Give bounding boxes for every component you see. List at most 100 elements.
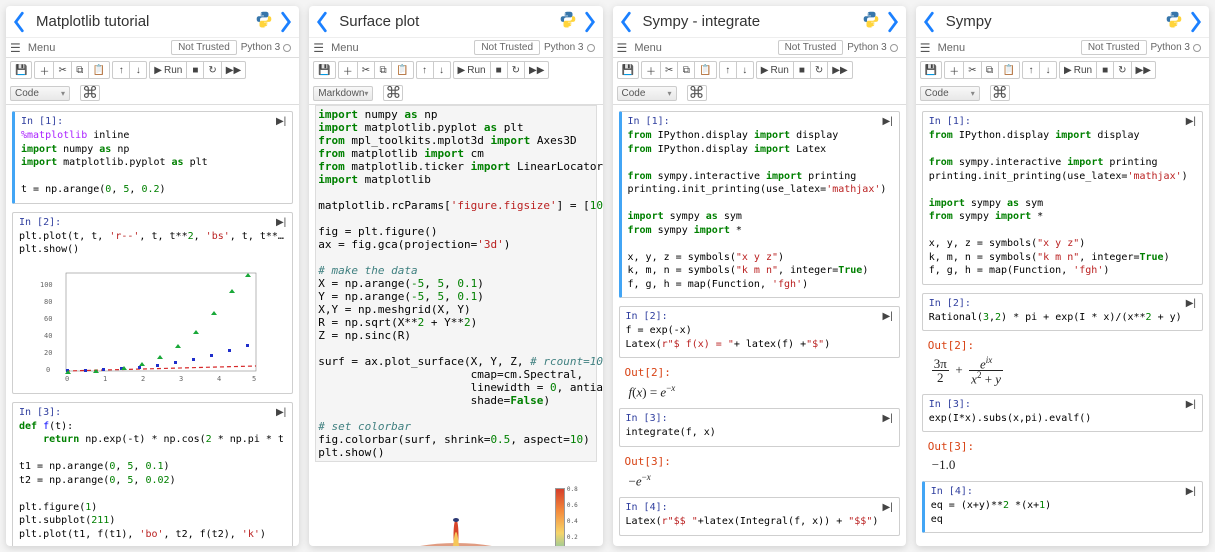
move-down-button[interactable]: ↓	[433, 61, 451, 79]
code-input[interactable]: eq = (x+y)**2 *(x+1) eq	[925, 497, 1202, 532]
run-cell-icon[interactable]: ▶|	[276, 217, 286, 228]
restart-run-all-button[interactable]: ▶▶	[1131, 61, 1156, 79]
code-input[interactable]: from IPython.display import display from…	[622, 127, 899, 297]
move-up-button[interactable]: ↑	[112, 61, 130, 79]
menu-button[interactable]: ☰ Menu	[313, 41, 358, 55]
celltype-select[interactable]: Markdown▾	[313, 86, 373, 101]
kernel-indicator[interactable]: Python 3	[544, 42, 598, 53]
command-palette-button[interactable]: ⌘	[990, 85, 1010, 101]
run-button[interactable]: ▶Run	[453, 61, 491, 79]
move-down-button[interactable]: ↓	[129, 61, 147, 79]
code-cell[interactable]: In [2]: ▶| plt.plot(t, t, 'r--', t, t**2…	[12, 212, 293, 394]
save-button[interactable]: 💾	[617, 61, 639, 79]
code-cell[interactable]: In [1]: ▶| from IPython.display import d…	[619, 111, 900, 298]
paste-cell-button[interactable]: 📋	[998, 61, 1020, 79]
run-cell-icon[interactable]: ▶|	[1186, 298, 1196, 309]
kernel-indicator[interactable]: Python 3	[241, 42, 295, 53]
code-cell[interactable]: In [4]: ▶| Latex(r"$$ "+latex(Integral(f…	[619, 497, 900, 536]
move-up-button[interactable]: ↑	[1022, 61, 1040, 79]
insert-cell-button[interactable]: ＋	[34, 61, 54, 79]
run-cell-icon[interactable]: ▶|	[276, 116, 286, 127]
code-cell[interactable]: In [1]: ▶| %matplotlib inline import num…	[12, 111, 293, 204]
code-input[interactable]: from IPython.display import display from…	[923, 127, 1202, 284]
forward-icon[interactable]	[583, 11, 597, 33]
copy-cell-button[interactable]: ⧉	[71, 61, 89, 79]
run-button[interactable]: ▶Run	[1059, 61, 1097, 79]
run-cell-icon[interactable]: ▶|	[882, 502, 892, 513]
restart-run-all-button[interactable]: ▶▶	[524, 61, 549, 79]
move-down-button[interactable]: ↓	[736, 61, 754, 79]
move-up-button[interactable]: ↑	[719, 61, 737, 79]
back-icon[interactable]	[619, 11, 633, 33]
celltype-select[interactable]: Code▾	[10, 86, 70, 101]
interrupt-button[interactable]: ■	[793, 61, 811, 79]
code-cell[interactable]: In [3]: ▶| exp(I*x).subs(x,pi).evalf()	[922, 394, 1203, 433]
code-cell[interactable]: In [3]: ▶| def f(t): return np.exp(-t) *…	[12, 402, 293, 547]
code-input[interactable]: def f(t): return np.exp(-t) * np.cos(2 *…	[13, 418, 292, 547]
copy-cell-button[interactable]: ⧉	[677, 61, 695, 79]
restart-button[interactable]: ↻	[203, 61, 221, 79]
restart-run-all-button[interactable]: ▶▶	[827, 61, 852, 79]
back-icon[interactable]	[12, 11, 26, 33]
trust-indicator[interactable]: Not Trusted	[171, 40, 237, 55]
menu-button[interactable]: ☰ Menu	[617, 41, 662, 55]
code-cell[interactable]: In [4]: ▶| eq = (x+y)**2 *(x+1) eq	[922, 481, 1203, 533]
trust-indicator[interactable]: Not Trusted	[1081, 40, 1147, 55]
trust-indicator[interactable]: Not Trusted	[778, 40, 844, 55]
trust-indicator[interactable]: Not Trusted	[474, 40, 540, 55]
kernel-indicator[interactable]: Python 3	[847, 42, 901, 53]
code-input[interactable]: integrate(f, x)	[620, 424, 899, 446]
insert-cell-button[interactable]: ＋	[641, 61, 661, 79]
save-button[interactable]: 💾	[313, 61, 335, 79]
move-down-button[interactable]: ↓	[1039, 61, 1057, 79]
run-button[interactable]: ▶Run	[756, 61, 794, 79]
restart-run-all-button[interactable]: ▶▶	[221, 61, 246, 79]
cut-cell-button[interactable]: ✂	[963, 61, 981, 79]
code-input[interactable]: exp(I*x).subs(x,pi).evalf()	[923, 410, 1202, 432]
code-input[interactable]: Rational(3,2) * pi + exp(I * x)/(x**2 + …	[923, 309, 1202, 331]
menu-button[interactable]: ☰ Menu	[10, 41, 55, 55]
run-cell-icon[interactable]: ▶|	[1186, 399, 1196, 410]
celltype-select[interactable]: Code▾	[920, 86, 980, 101]
cut-cell-button[interactable]: ✂	[53, 61, 71, 79]
run-button[interactable]: ▶Run	[149, 61, 187, 79]
restart-button[interactable]: ↻	[507, 61, 525, 79]
restart-button[interactable]: ↻	[810, 61, 828, 79]
code-cell[interactable]: In [2]: ▶| Rational(3,2) * pi + exp(I * …	[922, 293, 1203, 332]
code-input[interactable]: %matplotlib inline import numpy as np im…	[15, 127, 292, 203]
command-palette-button[interactable]: ⌘	[383, 85, 403, 101]
restart-button[interactable]: ↻	[1113, 61, 1131, 79]
interrupt-button[interactable]: ■	[490, 61, 508, 79]
run-cell-icon[interactable]: ▶|	[1186, 486, 1196, 497]
paste-cell-button[interactable]: 📋	[88, 61, 110, 79]
code-input[interactable]: import numpy as np import matplotlib.pyp…	[318, 108, 593, 459]
save-button[interactable]: 💾	[10, 61, 32, 79]
run-cell-icon[interactable]: ▶|	[882, 413, 892, 424]
run-cell-icon[interactable]: ▶|	[882, 311, 892, 322]
paste-cell-button[interactable]: 📋	[694, 61, 716, 79]
interrupt-button[interactable]: ■	[1096, 61, 1114, 79]
forward-icon[interactable]	[1189, 11, 1203, 33]
forward-icon[interactable]	[279, 11, 293, 33]
copy-cell-button[interactable]: ⧉	[981, 61, 999, 79]
command-palette-button[interactable]: ⌘	[80, 85, 100, 101]
code-input[interactable]: f = exp(-x) Latex(r"$ f(x) = "+ latex(f)…	[620, 322, 899, 357]
run-cell-icon[interactable]: ▶|	[1186, 116, 1196, 127]
back-icon[interactable]	[922, 11, 936, 33]
run-cell-icon[interactable]: ▶|	[882, 116, 892, 127]
code-input[interactable]: Latex(r"$$ "+latex(Integral(f, x)) + "$$…	[620, 513, 899, 535]
interrupt-button[interactable]: ■	[186, 61, 204, 79]
kernel-indicator[interactable]: Python 3	[1151, 42, 1205, 53]
code-cell[interactable]: In [2]: ▶| f = exp(-x) Latex(r"$ f(x) = …	[619, 306, 900, 358]
insert-cell-button[interactable]: ＋	[338, 61, 358, 79]
code-input[interactable]: plt.plot(t, t, 'r--', t, t**2, 'bs', t, …	[13, 228, 292, 263]
code-cell[interactable]: In [3]: ▶| integrate(f, x)	[619, 408, 900, 447]
code-cell[interactable]: import numpy as np import matplotlib.pyp…	[315, 105, 596, 462]
paste-cell-button[interactable]: 📋	[391, 61, 413, 79]
insert-cell-button[interactable]: ＋	[944, 61, 964, 79]
celltype-select[interactable]: Code▾	[617, 86, 677, 101]
back-icon[interactable]	[315, 11, 329, 33]
move-up-button[interactable]: ↑	[416, 61, 434, 79]
run-cell-icon[interactable]: ▶|	[276, 407, 286, 418]
cut-cell-button[interactable]: ✂	[357, 61, 375, 79]
